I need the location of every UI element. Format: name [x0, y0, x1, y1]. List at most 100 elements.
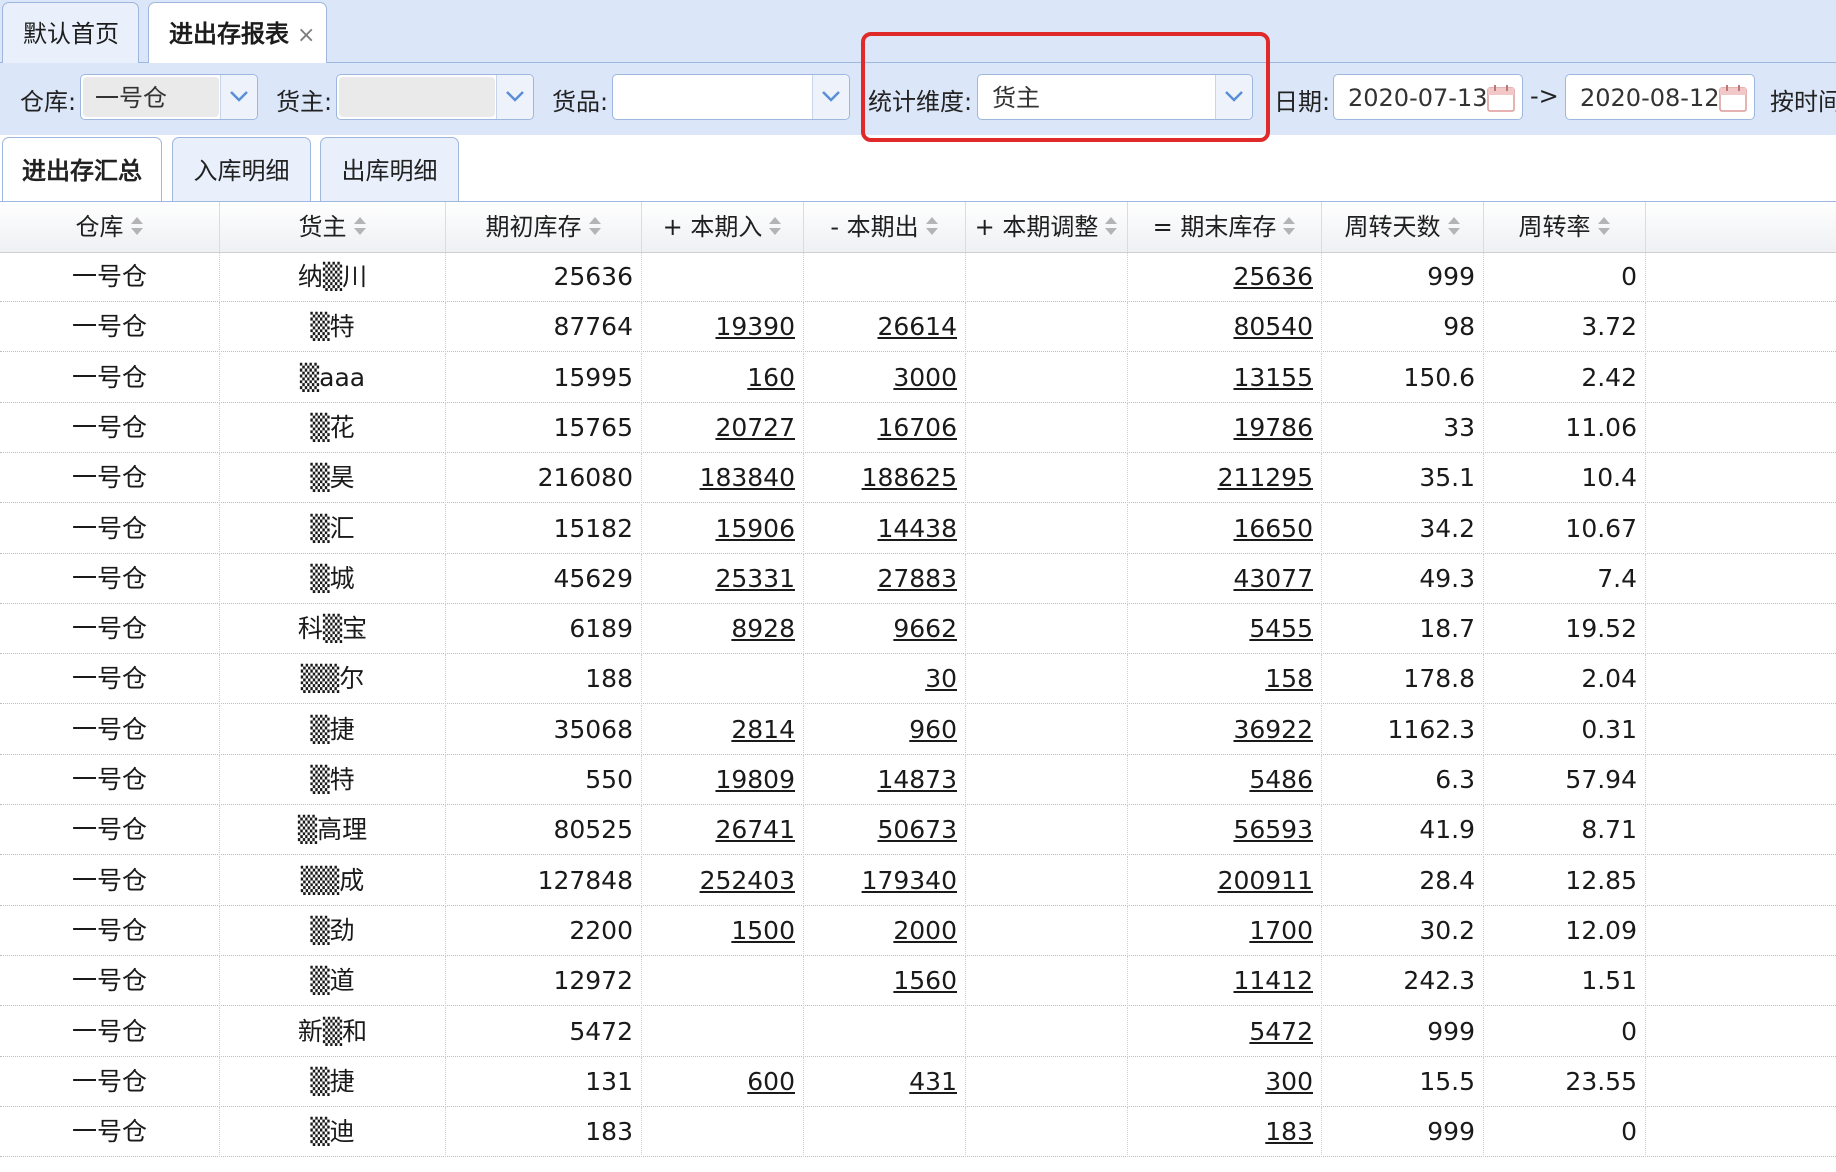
chevron-down-icon[interactable] — [812, 75, 849, 119]
cell-period-in[interactable] — [642, 252, 804, 302]
cell-period-adjust[interactable] — [966, 302, 1128, 353]
cell-period-out[interactable] — [804, 1006, 966, 1057]
column-header-warehouse[interactable]: 仓库 — [0, 202, 220, 252]
cell-closing-stock[interactable]: 36922 — [1128, 704, 1322, 755]
cell-value[interactable]: 56593 — [1233, 815, 1313, 844]
sort-icon[interactable] — [588, 214, 602, 238]
cell-value[interactable]: 160 — [747, 363, 795, 392]
cell-period-in[interactable]: 183840 — [642, 453, 804, 504]
cell-value[interactable]: 13155 — [1233, 363, 1313, 392]
tab-default-home[interactable]: 默认首页 — [2, 2, 139, 63]
tab-outbound-detail[interactable]: 出库明细 — [320, 137, 459, 202]
cell-period-adjust[interactable] — [966, 252, 1128, 302]
cell-period-adjust[interactable] — [966, 805, 1128, 856]
cell-value[interactable]: 20727 — [715, 413, 795, 442]
cell-period-in[interactable]: 25331 — [642, 553, 804, 604]
table-row[interactable]: 一号仓 ▒捷 35068 2814 960 36922 1162.3 0.31 — [0, 704, 1836, 755]
table-row[interactable]: 一号仓 ▒城 45629 25331 27883 43077 49.3 7.4 — [0, 553, 1836, 604]
cell-value[interactable]: 8928 — [731, 614, 795, 643]
table-row[interactable]: 一号仓 ▒花 15765 20727 16706 19786 33 11.06 — [0, 402, 1836, 453]
cell-value[interactable]: 1560 — [893, 966, 957, 995]
table-row[interactable]: 一号仓 ▒昊 216080 183840 188625 211295 35.1 10.4 — [0, 453, 1836, 504]
cell-closing-stock[interactable]: 25636 — [1128, 252, 1322, 302]
column-header-closing-stock[interactable]: = 期末库存 — [1128, 202, 1322, 252]
column-header-period-in[interactable]: + 本期入 — [642, 202, 804, 252]
owner-select[interactable] — [336, 74, 534, 120]
cell-closing-stock[interactable]: 56593 — [1128, 805, 1322, 856]
cell-period-in[interactable] — [642, 1107, 804, 1158]
cell-period-out[interactable]: 431 — [804, 1056, 966, 1107]
sort-icon[interactable] — [1282, 214, 1296, 238]
sort-icon[interactable] — [1447, 214, 1461, 238]
cell-value[interactable]: 19786 — [1233, 413, 1313, 442]
sort-icon[interactable] — [1597, 214, 1611, 238]
cell-value[interactable]: 14438 — [877, 514, 957, 543]
cell-closing-stock[interactable]: 11412 — [1128, 956, 1322, 1007]
cell-period-out[interactable]: 27883 — [804, 553, 966, 604]
cell-value[interactable]: 11412 — [1233, 966, 1313, 995]
cell-closing-stock[interactable]: 183 — [1128, 1107, 1322, 1158]
cell-value[interactable]: 183 — [1265, 1117, 1313, 1146]
cell-period-adjust[interactable] — [966, 402, 1128, 453]
cell-closing-stock[interactable]: 5472 — [1128, 1006, 1322, 1057]
cell-period-out[interactable]: 3000 — [804, 352, 966, 403]
cell-period-out[interactable] — [804, 1107, 966, 1158]
table-row[interactable]: 一号仓 新▒和 5472 5472 999 0 — [0, 1006, 1836, 1057]
sort-icon[interactable] — [130, 214, 144, 238]
sort-icon[interactable] — [353, 214, 367, 238]
cell-value[interactable]: 1700 — [1249, 916, 1313, 945]
cell-period-out[interactable]: 26614 — [804, 302, 966, 353]
cell-period-out[interactable]: 1560 — [804, 956, 966, 1007]
table-row[interactable]: 一号仓 ▒▒成 127848 252403 179340 200911 28.4 12.85 — [0, 855, 1836, 906]
table-row[interactable]: 一号仓 ▒▒尔 188 30 158 178.8 2.04 — [0, 654, 1836, 705]
cell-period-adjust[interactable] — [966, 956, 1128, 1007]
cell-period-out[interactable]: 30 — [804, 654, 966, 705]
cell-period-adjust[interactable] — [966, 704, 1128, 755]
cell-closing-stock[interactable]: 5455 — [1128, 604, 1322, 655]
cell-value[interactable]: 16650 — [1233, 514, 1313, 543]
table-row[interactable]: 一号仓 ▒特 87764 19390 26614 80540 98 3.72 — [0, 302, 1836, 353]
cell-period-in[interactable]: 19390 — [642, 302, 804, 353]
cell-period-adjust[interactable] — [966, 855, 1128, 906]
cell-period-out[interactable]: 50673 — [804, 805, 966, 856]
table-row[interactable]: 一号仓 ▒劲 2200 1500 2000 1700 30.2 12.09 — [0, 905, 1836, 956]
table-row[interactable]: 一号仓 ▒aaa 15995 160 3000 13155 150.6 2.42 — [0, 352, 1836, 403]
date-end-input[interactable]: 2020-08-12 — [1565, 74, 1755, 120]
cell-value[interactable]: 179340 — [862, 866, 957, 895]
cell-value[interactable]: 600 — [747, 1067, 795, 1096]
cell-period-in[interactable]: 1500 — [642, 905, 804, 956]
cell-value[interactable]: 16706 — [877, 413, 957, 442]
cell-period-in[interactable]: 160 — [642, 352, 804, 403]
cell-period-out[interactable]: 179340 — [804, 855, 966, 906]
cell-closing-stock[interactable]: 5486 — [1128, 755, 1322, 805]
cell-value[interactable]: 43077 — [1233, 564, 1313, 593]
cell-value[interactable]: 300 — [1265, 1067, 1313, 1096]
cell-value[interactable]: 80540 — [1233, 312, 1313, 341]
tab-inventory-report[interactable]: 进出存报表 × — [148, 2, 327, 64]
cell-period-adjust[interactable] — [966, 453, 1128, 504]
cell-period-in[interactable]: 20727 — [642, 402, 804, 453]
cell-period-out[interactable]: 9662 — [804, 604, 966, 655]
cell-value[interactable]: 183840 — [700, 463, 795, 492]
tab-summary[interactable]: 进出存汇总 — [2, 137, 162, 203]
cell-value[interactable]: 14873 — [877, 765, 957, 794]
cell-closing-stock[interactable]: 43077 — [1128, 553, 1322, 604]
cell-period-out[interactable]: 960 — [804, 704, 966, 755]
cell-period-in[interactable]: 19809 — [642, 755, 804, 805]
cell-period-out[interactable]: 14873 — [804, 755, 966, 805]
table-row[interactable]: 一号仓 ▒迪 183 183 999 0 — [0, 1107, 1836, 1158]
table-row[interactable]: 一号仓 ▒特 550 19809 14873 5486 6.3 57.94 — [0, 755, 1836, 805]
column-header-opening-stock[interactable]: 期初库存 — [446, 202, 642, 252]
column-header-turnover-rate[interactable]: 周转率 — [1484, 202, 1646, 252]
cell-closing-stock[interactable]: 200911 — [1128, 855, 1322, 906]
cell-closing-stock[interactable]: 1700 — [1128, 905, 1322, 956]
table-row[interactable]: 一号仓 ▒汇 15182 15906 14438 16650 34.2 10.67 — [0, 503, 1836, 554]
table-row[interactable]: 一号仓 ▒道 12972 1560 11412 242.3 1.51 — [0, 956, 1836, 1007]
calendar-icon[interactable] — [1718, 83, 1748, 113]
tab-inbound-detail[interactable]: 入库明细 — [172, 137, 311, 202]
cell-period-in[interactable] — [642, 956, 804, 1007]
cell-period-in[interactable] — [642, 654, 804, 705]
cell-value[interactable]: 2000 — [893, 916, 957, 945]
cell-value[interactable]: 431 — [909, 1067, 957, 1096]
cell-period-adjust[interactable] — [966, 553, 1128, 604]
